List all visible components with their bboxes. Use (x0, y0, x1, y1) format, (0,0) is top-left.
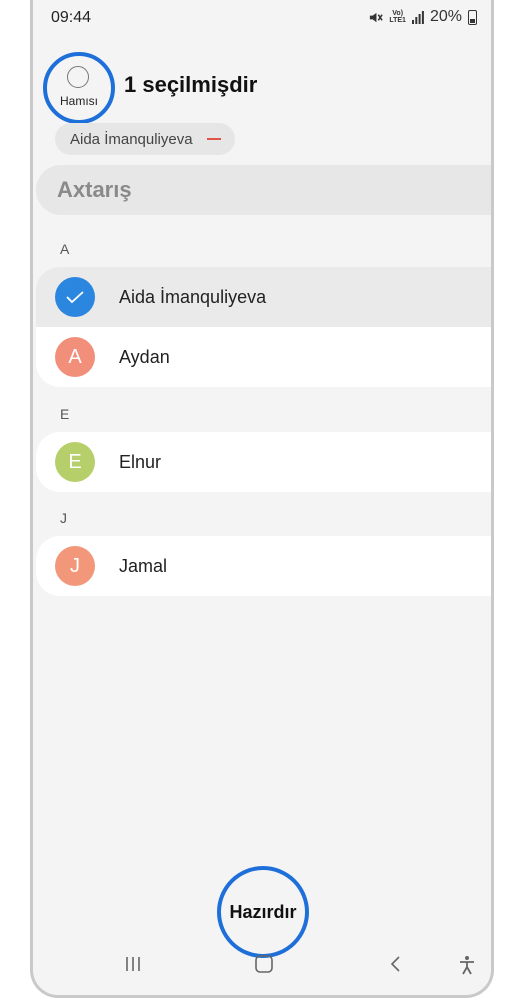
battery-icon (468, 9, 477, 25)
status-bar: 09:44 Vo) LTE1 20% (33, 0, 491, 36)
select-all-checkbox[interactable] (67, 66, 89, 88)
search-bar[interactable] (36, 165, 491, 215)
avatar: E (55, 442, 95, 482)
avatar: J (55, 546, 95, 586)
section-header-j: J (60, 510, 67, 526)
remove-icon[interactable] (206, 138, 221, 140)
battery-percent: 20% (429, 8, 462, 25)
contact-row-jamal[interactable]: J Jamal (36, 536, 491, 596)
contact-name: Elnur (119, 451, 162, 472)
status-time: 09:44 (51, 9, 92, 26)
contact-row-elnur[interactable]: E Elnur (36, 432, 491, 492)
contact-row-aydan[interactable]: A Aydan (36, 327, 491, 387)
done-button[interactable]: Hazırdır (217, 866, 309, 958)
page-title: 1 seçilmişdir (124, 72, 258, 97)
check-icon (66, 291, 84, 304)
accessibility-icon[interactable] (458, 955, 476, 975)
network-indicator: Vo) LTE1 (389, 10, 406, 24)
contact-name: Aydan (119, 346, 170, 367)
done-label: Hazırdır (229, 901, 297, 922)
contact-name: Jamal (119, 555, 168, 576)
status-icons: Vo) LTE1 20% (368, 8, 477, 26)
contact-row-aida[interactable]: Aida İmanquliyeva (36, 267, 491, 327)
section-header-a: A (60, 241, 70, 257)
mute-icon (370, 12, 384, 22)
phone-screen: 09:44 Vo) LTE1 20% Hamısı 1 seçilmişdir (30, 0, 494, 998)
select-all-label: Hamısı (59, 94, 98, 108)
back-icon[interactable] (387, 955, 405, 973)
contact-name: Aida İmanquliyeva (119, 286, 267, 307)
section-header-e: E (60, 406, 70, 422)
avatar: A (55, 337, 95, 377)
home-icon[interactable] (254, 955, 274, 973)
signal-icon (411, 11, 424, 24)
chip-label: Aida İmanquliyeva (70, 130, 193, 148)
recent-apps-icon[interactable] (123, 955, 143, 973)
checked-avatar[interactable] (55, 277, 95, 317)
search-input[interactable] (55, 176, 439, 204)
navigation-bar (33, 949, 491, 985)
selected-contact-chip[interactable]: Aida İmanquliyeva (55, 123, 235, 155)
select-all-button[interactable]: Hamısı (43, 52, 115, 124)
